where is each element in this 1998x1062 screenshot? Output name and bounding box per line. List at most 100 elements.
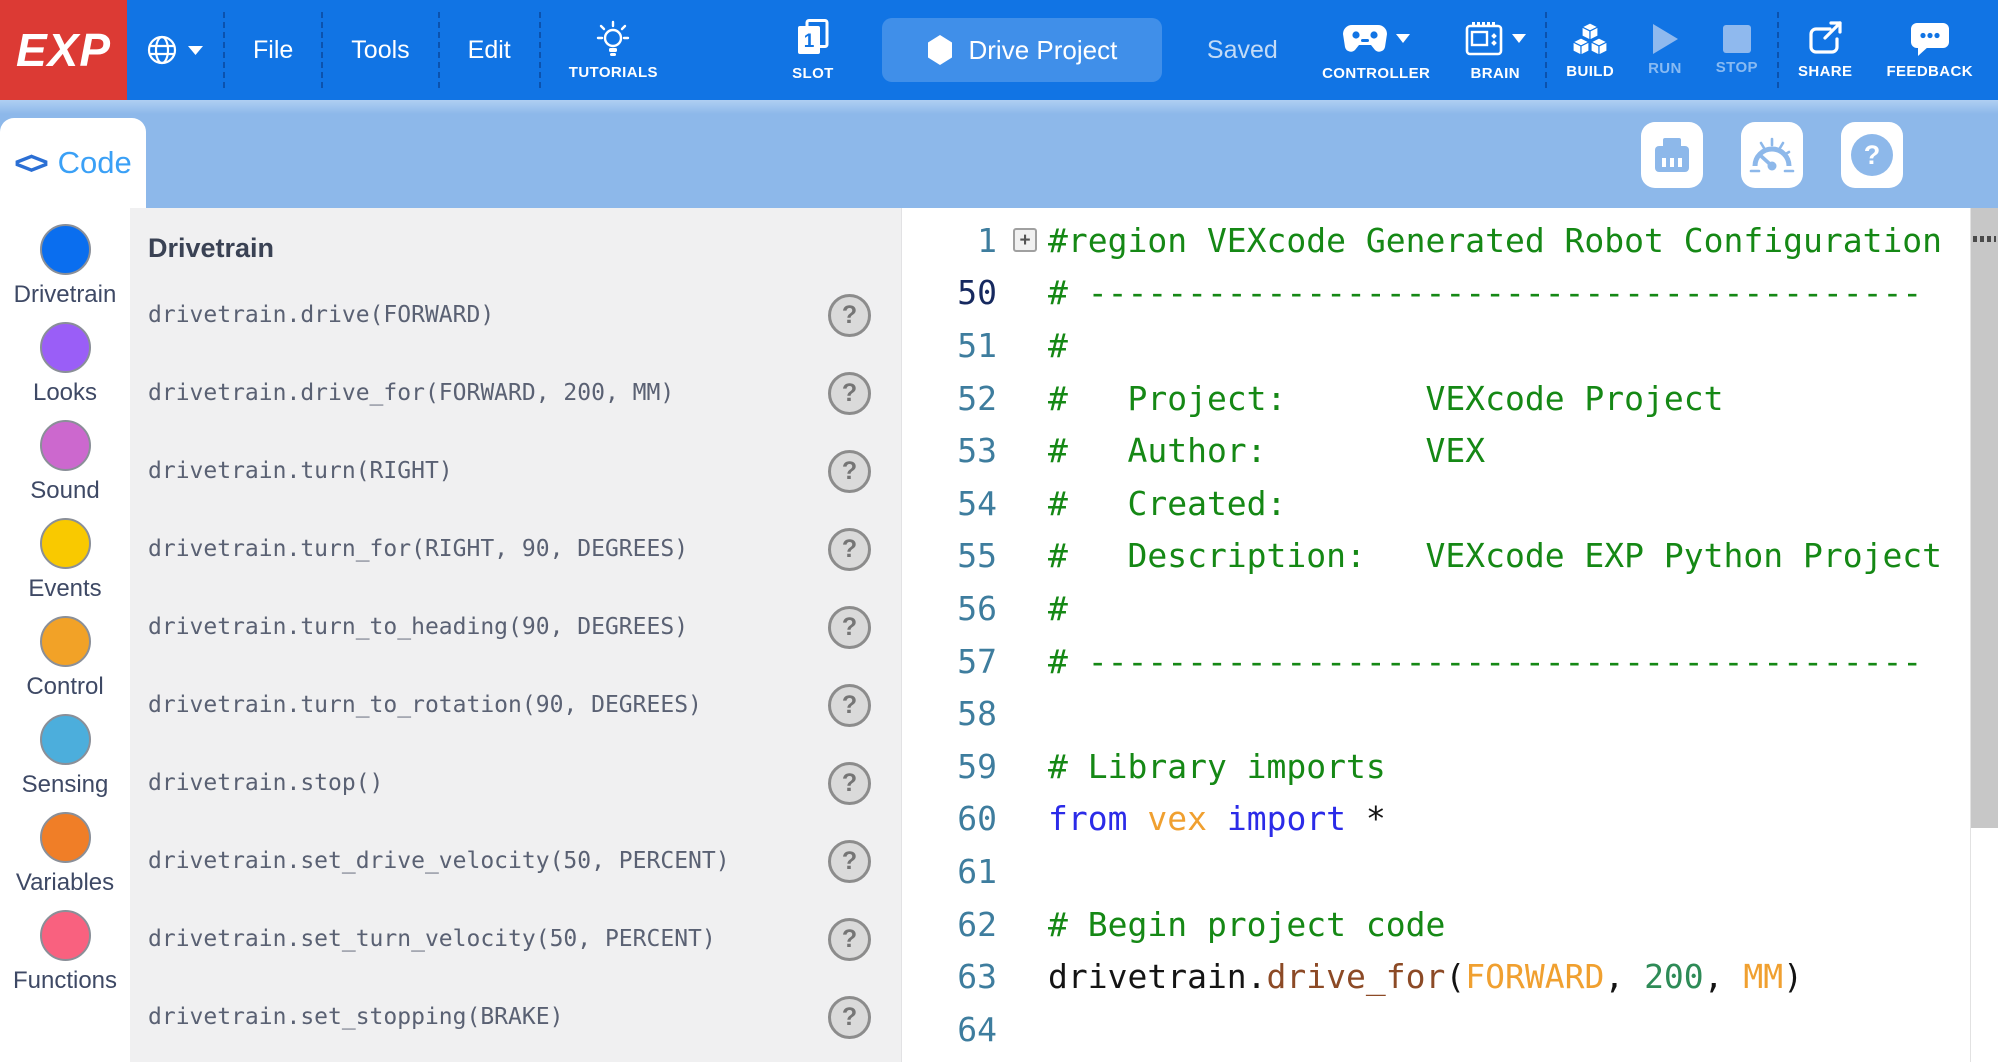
command-text[interactable]: drivetrain.set_stopping(BRAKE)	[148, 1004, 563, 1030]
line-number: 64	[902, 1010, 1002, 1049]
fold-gutter: +	[1002, 491, 1048, 515]
code-line[interactable]: 59 + # Library imports	[902, 740, 1998, 793]
code-line[interactable]: 58 +	[902, 687, 1998, 740]
device-port-button[interactable]	[1641, 122, 1703, 188]
category-label: Sensing	[22, 771, 109, 799]
command-panel: Drivetrain drivetrain.drive(FORWARD) ? d…	[130, 208, 902, 1062]
code-line-text: # Begin project code	[1048, 905, 1445, 944]
fold-gutter: +	[1002, 596, 1048, 620]
fold-toggle-icon[interactable]: +	[1013, 228, 1037, 252]
code-line[interactable]: 1 + #region VEXcode Generated Robot Conf…	[902, 214, 1998, 267]
command-help-button[interactable]: ?	[828, 762, 871, 805]
editor-scrollbar[interactable]	[1970, 208, 1998, 1062]
command-text[interactable]: drivetrain.turn_to_heading(90, DEGREES)	[148, 614, 688, 640]
category-color-dot[interactable]	[40, 224, 91, 275]
slot-label: SLOT	[792, 65, 834, 82]
brain-button[interactable]: BRAIN	[1447, 0, 1543, 100]
category-color-dot[interactable]	[40, 420, 91, 471]
command-text[interactable]: drivetrain.turn_to_rotation(90, DEGREES)	[148, 692, 702, 718]
category-color-dot[interactable]	[40, 910, 91, 961]
command-text[interactable]: drivetrain.stop()	[148, 770, 383, 796]
category-color-dot[interactable]	[40, 518, 91, 569]
command-help-button[interactable]: ?	[828, 294, 871, 337]
command-help-button[interactable]: ?	[828, 918, 871, 961]
category-label: Control	[26, 673, 103, 701]
category-color-dot[interactable]	[40, 714, 91, 765]
share-button[interactable]: SHARE	[1781, 0, 1870, 100]
command-help-button[interactable]: ?	[828, 528, 871, 571]
code-line-text: drivetrain.drive_for(FORWARD, 200, MM)	[1048, 957, 1803, 996]
sidebar-category[interactable]: Sound	[0, 420, 130, 518]
sidebar-category[interactable]: Variables	[0, 812, 130, 910]
category-sidebar: Drivetrain Looks Sound Events	[0, 208, 130, 1062]
fold-gutter: +	[1002, 649, 1048, 673]
scrollbar-thumb[interactable]	[1971, 208, 1998, 828]
menu-edit[interactable]: Edit	[442, 0, 537, 100]
command-help-button[interactable]: ?	[828, 840, 871, 883]
tab-code[interactable]: <> Code	[0, 118, 146, 208]
controller-button[interactable]: CONTROLLER	[1305, 0, 1447, 100]
language-menu-button[interactable]	[127, 0, 221, 100]
command-help-button[interactable]: ?	[828, 606, 871, 649]
command-help-button[interactable]: ?	[828, 450, 871, 493]
command-text[interactable]: drivetrain.set_drive_velocity(50, PERCEN…	[148, 848, 730, 874]
command-text[interactable]: drivetrain.turn(RIGHT)	[148, 458, 453, 484]
slot-button[interactable]: 1 SLOT	[774, 0, 852, 100]
category-color-dot[interactable]	[40, 812, 91, 863]
code-line[interactable]: 54 + # Created:	[902, 477, 1998, 530]
help-button[interactable]: ?	[1841, 122, 1903, 188]
sidebar-category[interactable]: Functions	[0, 910, 130, 1008]
code-line[interactable]: 53 + # Author: VEX	[902, 424, 1998, 477]
command-help-button[interactable]: ?	[828, 996, 871, 1039]
stop-button: STOP	[1699, 0, 1775, 100]
command-text[interactable]: drivetrain.drive_for(FORWARD, 200, MM)	[148, 380, 674, 406]
code-lines: 1 + #region VEXcode Generated Robot Conf…	[902, 208, 1998, 1056]
code-editor[interactable]: 1 + #region VEXcode Generated Robot Conf…	[902, 208, 1998, 1062]
category-color-dot[interactable]	[40, 616, 91, 667]
fold-gutter: +	[1002, 281, 1048, 305]
toolbar-divider	[1777, 12, 1779, 88]
command-text[interactable]: drivetrain.set_turn_velocity(50, PERCENT…	[148, 926, 716, 952]
fold-gutter: +	[1002, 544, 1048, 568]
menu-file[interactable]: File	[227, 0, 319, 100]
sidebar-category[interactable]: Drivetrain	[0, 224, 130, 322]
help-question-icon: ?	[1851, 134, 1893, 176]
code-line[interactable]: 61 +	[902, 845, 1998, 898]
controller-label: CONTROLLER	[1322, 65, 1430, 82]
code-line[interactable]: 56 + #	[902, 582, 1998, 635]
save-status: Saved	[1207, 36, 1278, 65]
code-line[interactable]: 55 + # Description: VEXcode EXP Python P…	[902, 530, 1998, 583]
fold-gutter: +	[1002, 807, 1048, 831]
feedback-button[interactable]: FEEDBACK	[1869, 0, 1990, 100]
code-line[interactable]: 51 + #	[902, 319, 1998, 372]
tutorials-button[interactable]: TUTORIALS	[543, 0, 684, 100]
line-number: 61	[902, 852, 1002, 891]
dashboard-gauge-button[interactable]	[1741, 122, 1803, 188]
sidebar-category[interactable]: Control	[0, 616, 130, 714]
project-name-button[interactable]: Drive Project	[882, 18, 1162, 82]
line-number: 59	[902, 747, 1002, 786]
code-line[interactable]: 64 +	[902, 1003, 1998, 1056]
chevron-down-icon	[1512, 34, 1526, 43]
sidebar-category[interactable]: Sensing	[0, 714, 130, 812]
menu-tools[interactable]: Tools	[325, 0, 435, 100]
category-color-dot[interactable]	[40, 322, 91, 373]
command-text[interactable]: drivetrain.turn_for(RIGHT, 90, DEGREES)	[148, 536, 688, 562]
feedback-bubble-icon	[1909, 21, 1951, 57]
command-help-button[interactable]: ?	[828, 372, 871, 415]
code-line[interactable]: 62 + # Begin project code	[902, 898, 1998, 951]
sidebar-category[interactable]: Looks	[0, 322, 130, 420]
command-row: drivetrain.set_stopping(BRAKE) ?	[148, 978, 901, 1056]
code-line[interactable]: 63 + drivetrain.drive_for(FORWARD, 200, …	[902, 950, 1998, 1003]
command-text[interactable]: drivetrain.drive(FORWARD)	[148, 302, 494, 328]
code-line[interactable]: 50 + # ---------------------------------…	[902, 267, 1998, 320]
command-help-button[interactable]: ?	[828, 684, 871, 727]
command-row: drivetrain.set_turn_velocity(50, PERCENT…	[148, 900, 901, 978]
sidebar-category[interactable]: Events	[0, 518, 130, 616]
build-button[interactable]: BUILD	[1549, 0, 1631, 100]
command-row: drivetrain.turn_to_heading(90, DEGREES) …	[148, 588, 901, 666]
command-row: drivetrain.set_drive_velocity(50, PERCEN…	[148, 822, 901, 900]
code-line[interactable]: 60 + from vex import *	[902, 793, 1998, 846]
code-line[interactable]: 52 + # Project: VEXcode Project	[902, 372, 1998, 425]
code-line[interactable]: 57 + # ---------------------------------…	[902, 635, 1998, 688]
